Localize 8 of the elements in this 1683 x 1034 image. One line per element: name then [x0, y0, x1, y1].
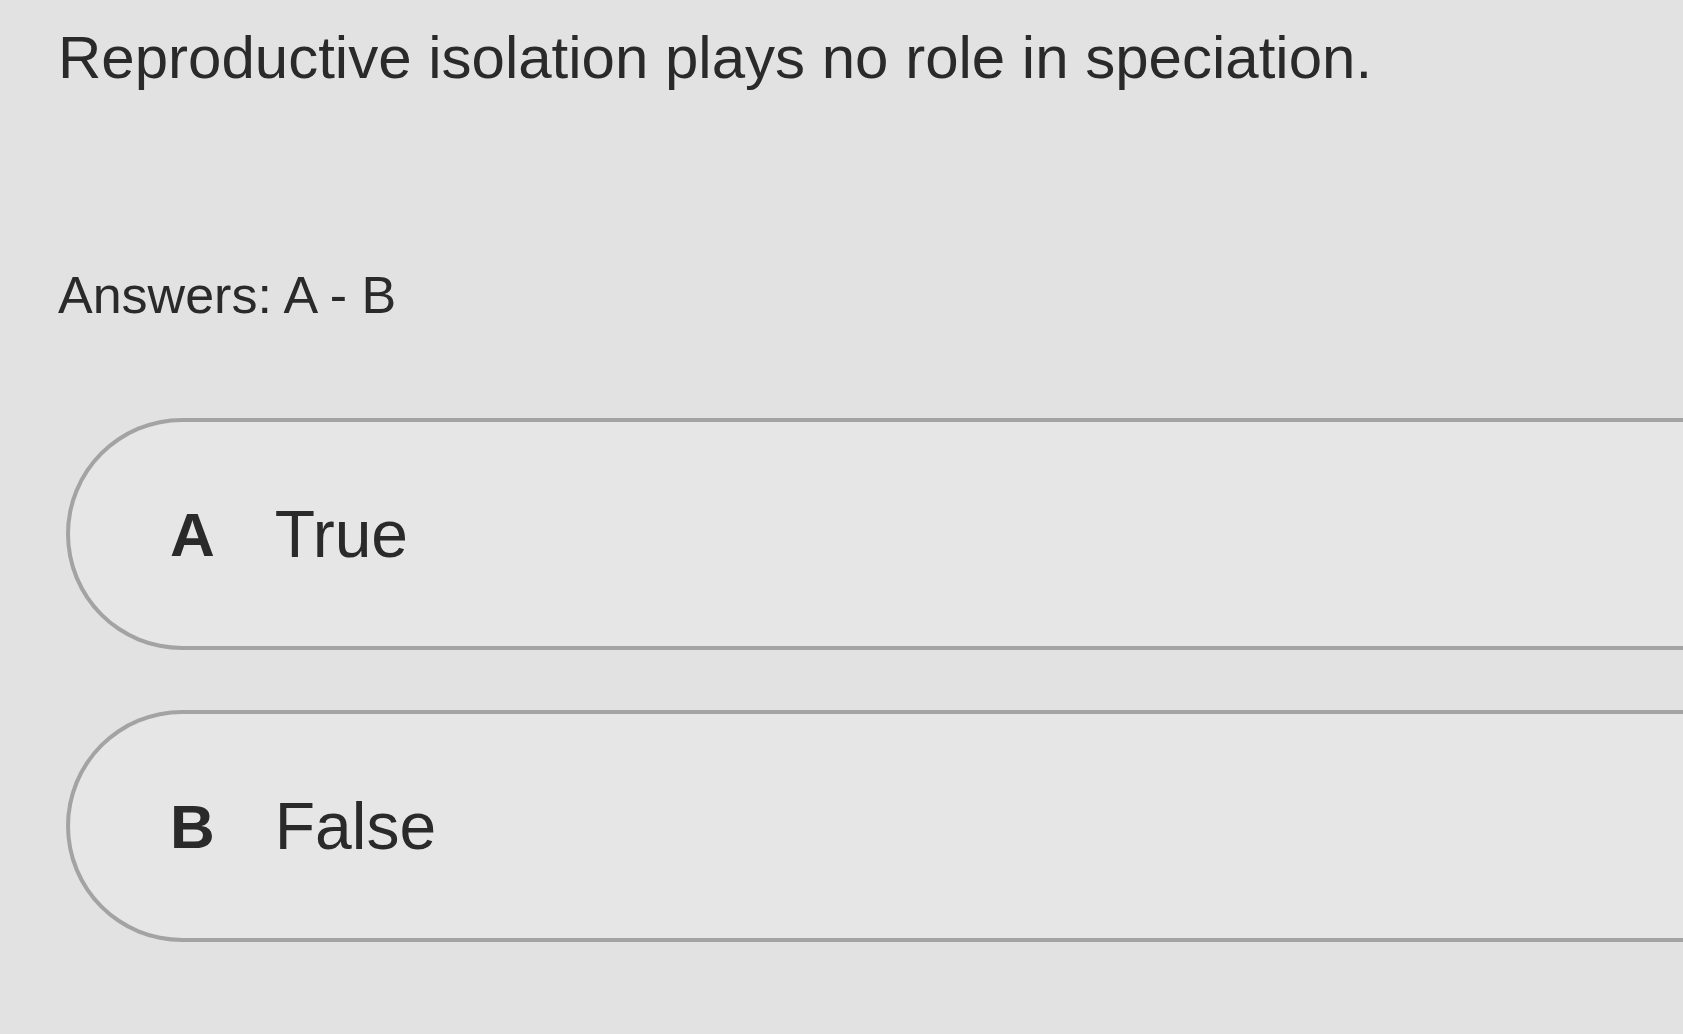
answer-option[interactable]: B False: [66, 710, 1683, 942]
answer-option[interactable]: A True: [66, 418, 1683, 650]
question-text: Reproductive isolation plays no role in speciation.: [58, 23, 1374, 93]
option-text: True: [274, 495, 409, 573]
option-letter: A: [170, 498, 215, 571]
option-letter: B: [170, 790, 215, 863]
answers-label: Answers: A - B: [58, 265, 398, 326]
option-text: False: [274, 787, 437, 865]
